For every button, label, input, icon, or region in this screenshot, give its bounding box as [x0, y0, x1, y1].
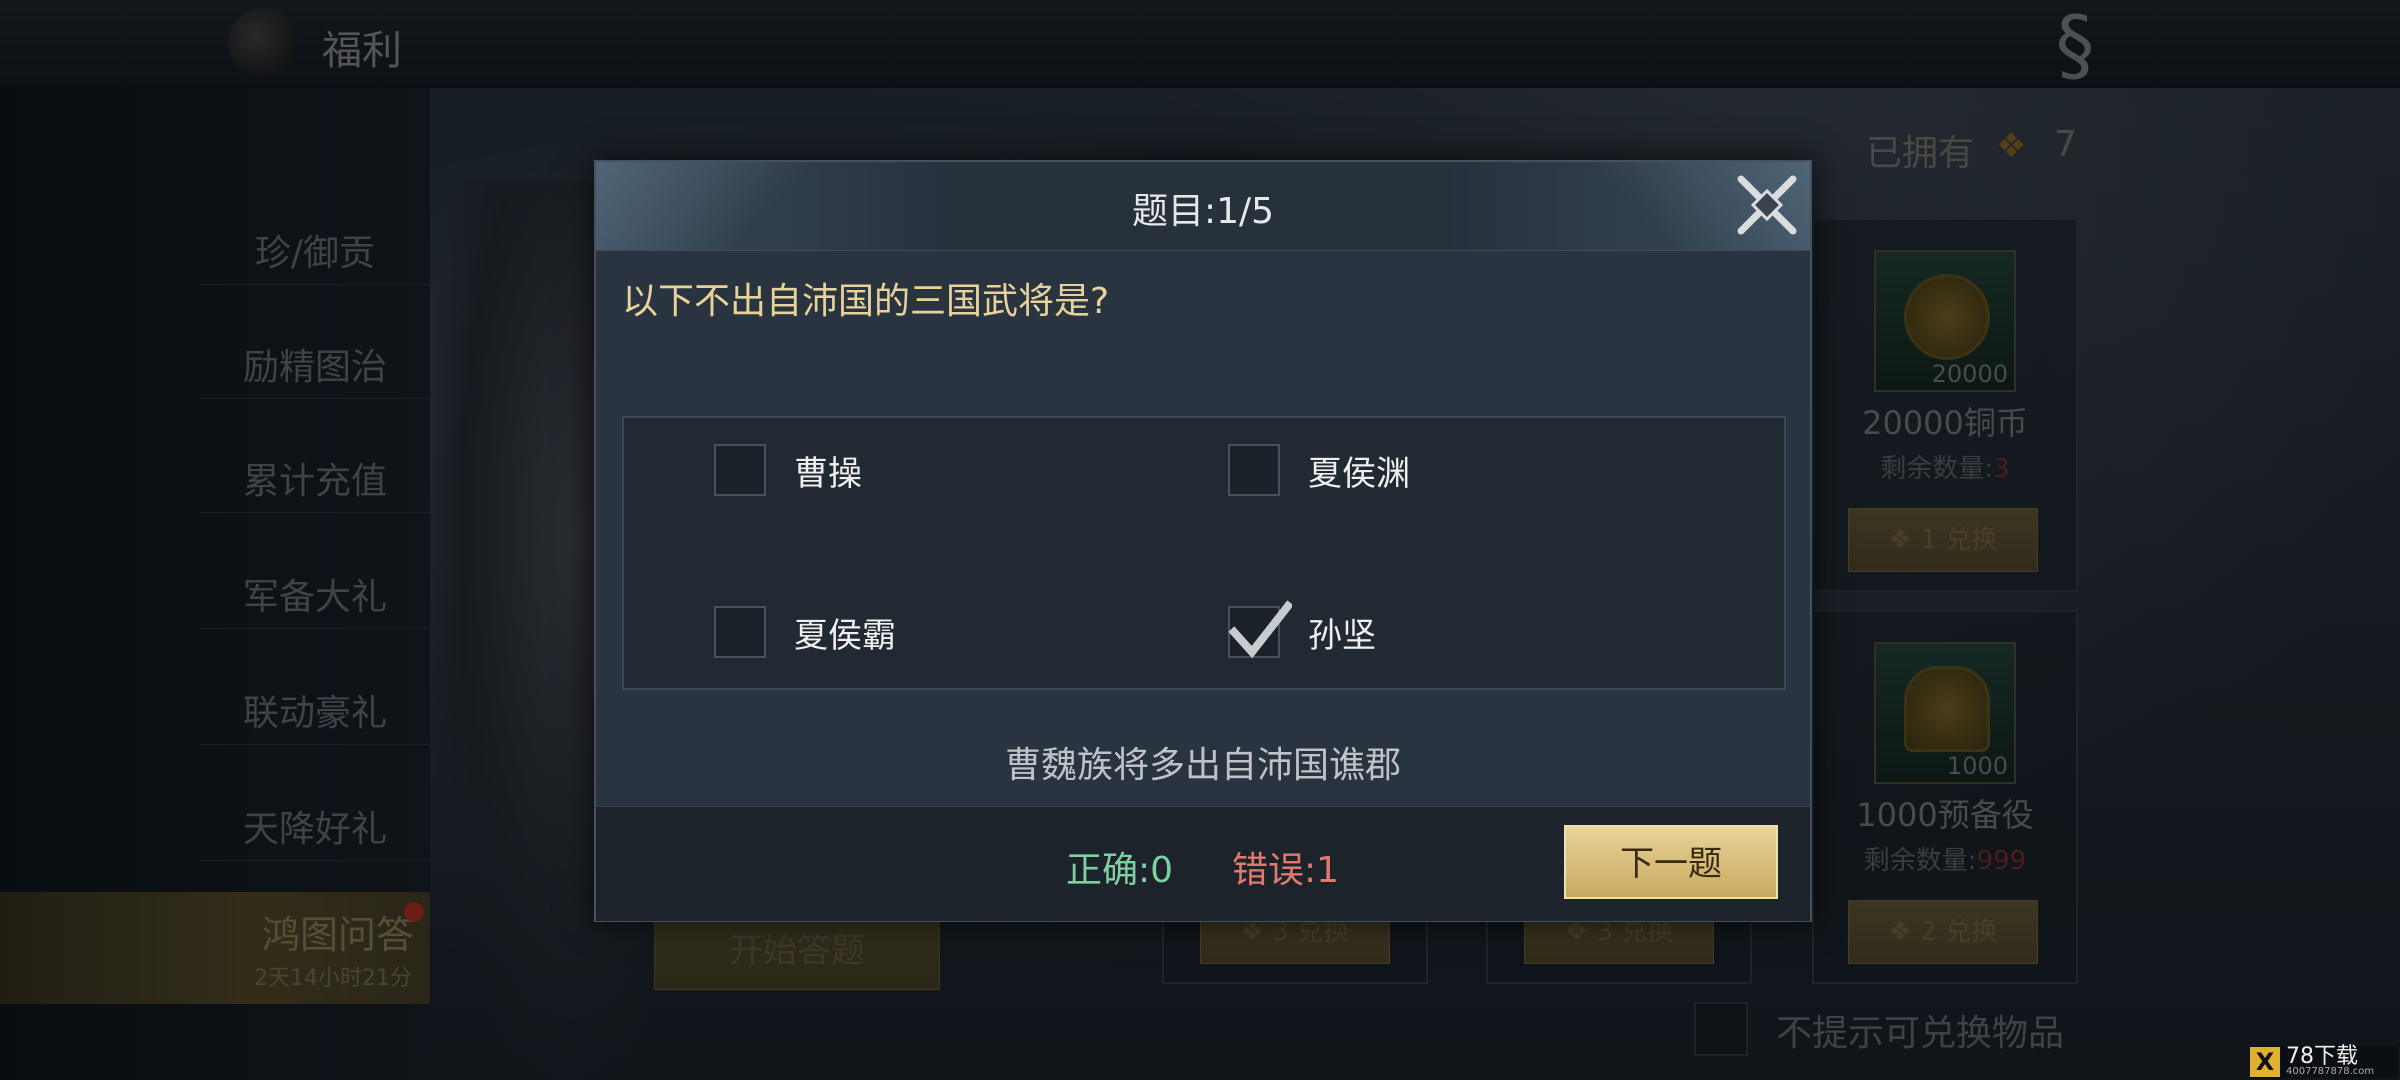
option-checkbox[interactable]: [1228, 600, 1292, 659]
option-checkbox[interactable]: [1228, 444, 1280, 496]
option-4[interactable]: 孙坚: [1228, 600, 1376, 659]
option-label: 曹操: [794, 453, 862, 494]
correct-count: 正确:0: [1066, 850, 1174, 891]
quiz-dialog: 题目:1/5 以下不出自沛国的三国武将是? 曹操 夏侯渊 夏侯霸 孙坚 曹魏族将…: [594, 160, 1812, 922]
watermark-logo-icon: X: [2250, 1047, 2280, 1077]
watermark-brand: 78下载: [2286, 1043, 2358, 1069]
next-question-button[interactable]: 下一题: [1564, 825, 1778, 899]
checkmark-icon: [1228, 600, 1292, 659]
option-3[interactable]: 夏侯霸: [714, 606, 896, 658]
answer-hint: 曹魏族将多出自沛国谯郡: [1004, 745, 1401, 786]
option-2[interactable]: 夏侯渊: [1228, 444, 1410, 496]
dialog-header: 题目:1/5: [596, 162, 1810, 251]
option-label: 夏侯渊: [1308, 453, 1410, 494]
options-panel: 曹操 夏侯渊 夏侯霸 孙坚: [622, 416, 1786, 690]
watermark: X 78下载 4007787878.com: [2250, 1043, 2398, 1078]
close-button[interactable]: [1726, 164, 1808, 246]
wrong-count: 错误:1: [1232, 850, 1340, 891]
dialog-footer: 正确:0 错误:1 下一题: [596, 806, 1810, 921]
close-icon: [1737, 175, 1797, 235]
option-checkbox[interactable]: [714, 444, 766, 496]
watermark-url: 4007787878.com: [2286, 1065, 2375, 1077]
option-label: 孙坚: [1308, 615, 1376, 656]
question-progress-title: 题目:1/5: [1131, 191, 1275, 232]
question-text: 以下不出自沛国的三国武将是?: [622, 281, 1110, 322]
option-checkbox[interactable]: [714, 606, 766, 658]
option-1[interactable]: 曹操: [714, 444, 862, 496]
option-label: 夏侯霸: [794, 615, 896, 656]
